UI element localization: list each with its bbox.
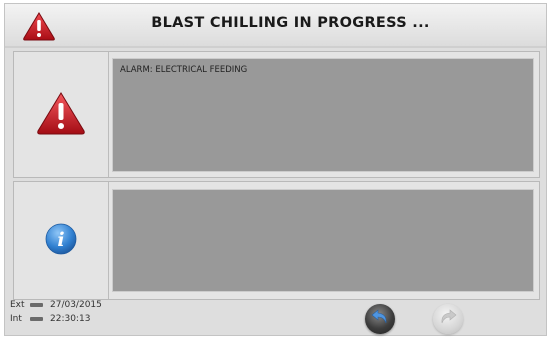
- alarm-screen: BLAST CHILLING IN PROGRESS ... ALARM: EL…: [4, 3, 547, 336]
- ext-indicator: [30, 302, 43, 307]
- int-indicator: [30, 316, 43, 321]
- info-icon-cell: i: [14, 182, 109, 299]
- alarm-message: ALARM: ELECTRICAL FEEDING: [120, 65, 248, 75]
- date-display: 27/03/2015: [50, 300, 102, 310]
- ext-status-row: Ext 27/03/2015: [10, 300, 102, 310]
- footer-bar: Ext 27/03/2015 Int 22:30:13: [5, 297, 546, 335]
- warning-triangle-icon: [36, 91, 86, 139]
- forward-button[interactable]: [433, 304, 463, 334]
- svg-text:i: i: [57, 229, 64, 251]
- header-bar: BLAST CHILLING IN PROGRESS ...: [5, 4, 546, 48]
- back-button[interactable]: [365, 304, 395, 334]
- back-arrow-icon: [370, 308, 390, 330]
- alarm-panel: ALARM: ELECTRICAL FEEDING: [13, 51, 540, 178]
- warning-triangle-icon: [22, 11, 56, 41]
- info-message-box: [112, 189, 534, 292]
- alarm-icon-cell: [14, 52, 109, 177]
- ext-label: Ext: [10, 300, 25, 310]
- int-label: Int: [10, 314, 22, 324]
- forward-arrow-icon: [438, 308, 458, 330]
- info-panel: i: [13, 181, 540, 300]
- int-status-row: Int 22:30:13: [10, 314, 90, 324]
- alarm-message-box: ALARM: ELECTRICAL FEEDING: [112, 58, 534, 172]
- info-icon: i: [45, 223, 77, 259]
- time-display: 22:30:13: [50, 314, 91, 324]
- page-title: BLAST CHILLING IN PROGRESS ...: [151, 15, 430, 31]
